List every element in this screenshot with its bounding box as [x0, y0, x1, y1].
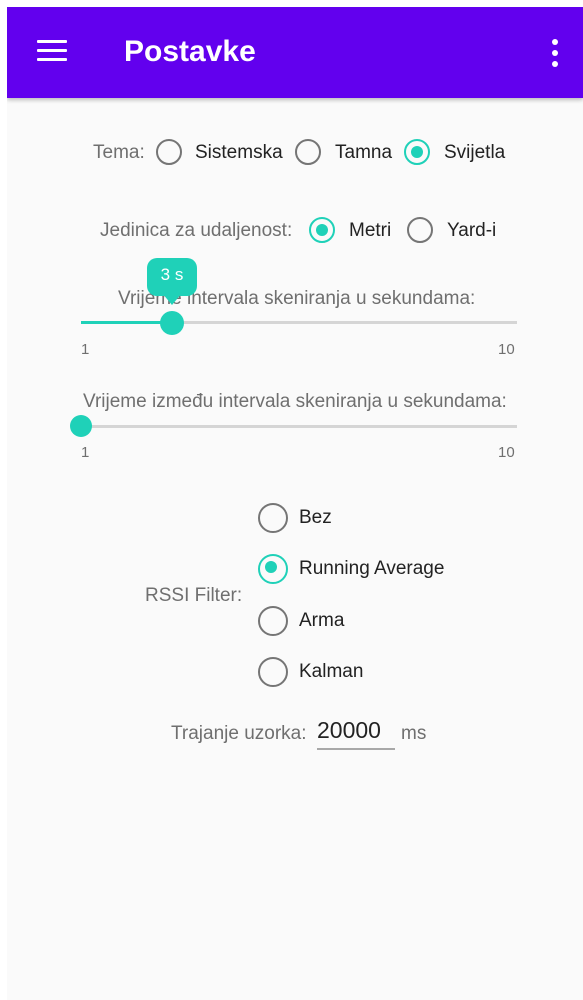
- between-interval-max-label: 10: [498, 444, 515, 461]
- sample-duration-input[interactable]: [317, 717, 395, 750]
- rssi-option-running-average-label[interactable]: Running Average: [299, 558, 444, 580]
- sample-duration-unit: ms: [401, 723, 427, 744]
- rssi-option-kalman-label[interactable]: Kalman: [299, 661, 363, 683]
- theme-radio-system[interactable]: [156, 139, 182, 165]
- between-interval-label: Vrijeme između intervala skeniranja u se…: [83, 391, 507, 412]
- distance-unit-label: Jedinica za udaljenost:: [100, 220, 293, 241]
- page-title: Postavke: [124, 35, 256, 68]
- scan-interval-max-label: 10: [498, 341, 515, 358]
- between-interval-thumb[interactable]: [70, 415, 92, 437]
- app-bar: Postavke: [7, 7, 583, 98]
- theme-label: Tema:: [93, 142, 145, 163]
- more-options-icon[interactable]: [543, 37, 567, 69]
- between-interval-min-label: 1: [81, 444, 90, 461]
- rssi-filter-label: RSSI Filter:: [145, 585, 243, 606]
- distance-radio-yards[interactable]: [407, 217, 433, 243]
- theme-option-light-label[interactable]: Svijetla: [444, 142, 505, 164]
- distance-radio-meters[interactable]: [309, 217, 335, 243]
- rssi-radio-running-average[interactable]: [258, 554, 288, 584]
- rssi-option-arma-label[interactable]: Arma: [299, 610, 344, 632]
- distance-option-yards-label[interactable]: Yard-i: [447, 220, 496, 242]
- between-interval-track[interactable]: [81, 425, 517, 428]
- theme-radio-dark[interactable]: [295, 139, 321, 165]
- rssi-radio-kalman[interactable]: [258, 657, 288, 687]
- rssi-option-none-label[interactable]: Bez: [299, 507, 332, 529]
- scan-interval-thumb[interactable]: [160, 311, 184, 335]
- distance-option-meters-label[interactable]: Metri: [349, 220, 391, 242]
- theme-option-system-label[interactable]: Sistemska: [195, 142, 283, 164]
- rssi-radio-none[interactable]: [258, 503, 288, 533]
- slider-value-bubble: 3 s: [147, 258, 197, 305]
- hamburger-menu-icon[interactable]: [37, 40, 69, 64]
- theme-option-dark-label[interactable]: Tamna: [335, 142, 392, 164]
- scan-interval-track-fill: [81, 321, 172, 324]
- sample-duration-label: Trajanje uzorka:: [171, 723, 307, 744]
- theme-radio-light[interactable]: [404, 139, 430, 165]
- scan-interval-min-label: 1: [81, 341, 90, 358]
- settings-screen: Postavke Tema: Sistemska Tamna Svijetla …: [7, 7, 583, 1000]
- rssi-radio-arma[interactable]: [258, 606, 288, 636]
